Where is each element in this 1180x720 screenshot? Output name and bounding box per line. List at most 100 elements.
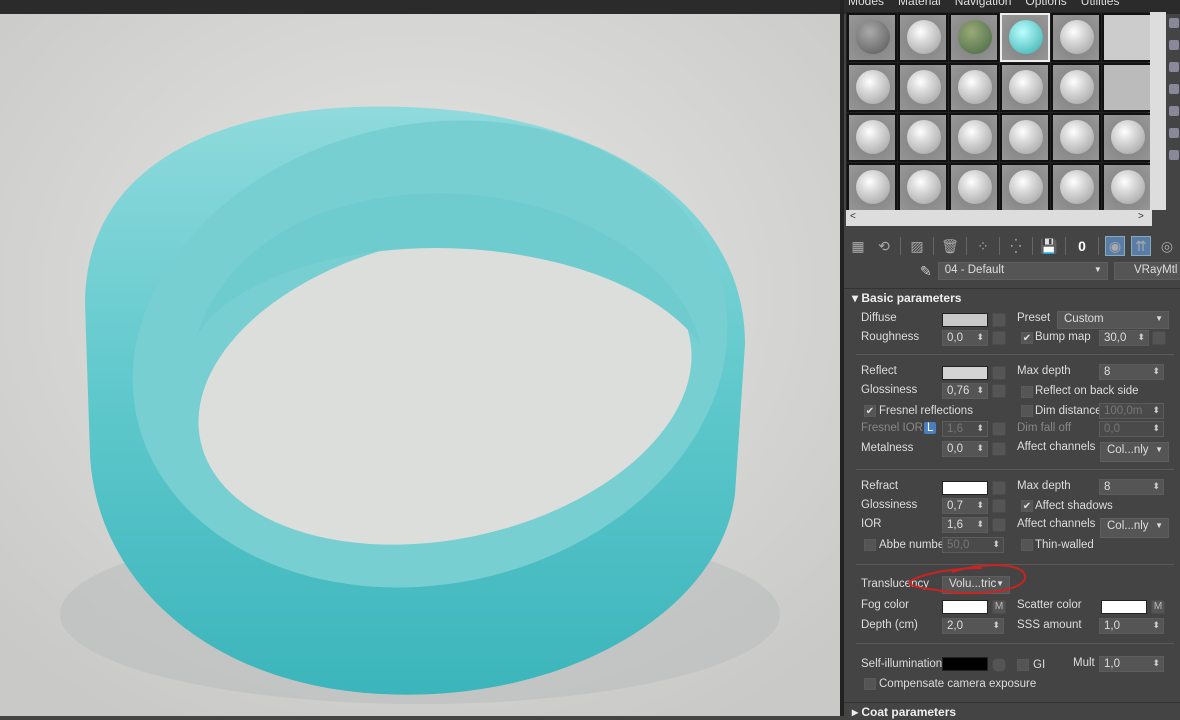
menu-material[interactable]: Material bbox=[898, 0, 941, 8]
material-slot[interactable] bbox=[1051, 163, 1101, 212]
reflect-map-button[interactable] bbox=[992, 366, 1006, 380]
mult-spinner[interactable]: 1,0 bbox=[1099, 656, 1164, 672]
make-unique-icon[interactable]: ⁘ bbox=[973, 236, 993, 256]
abbe-checkbox[interactable] bbox=[864, 539, 876, 551]
fog-color-map-button[interactable]: M bbox=[992, 600, 1006, 614]
fresnel-ior-map-button[interactable] bbox=[992, 422, 1006, 436]
abbe-spinner[interactable]: 50,0 bbox=[942, 537, 1004, 553]
assign-material-icon[interactable]: ▨ bbox=[907, 236, 927, 256]
reflect-back-checkbox[interactable] bbox=[1021, 386, 1033, 398]
menu-navigation[interactable]: Navigation bbox=[955, 0, 1012, 8]
put-to-scene-icon[interactable]: ⟲ bbox=[874, 236, 894, 256]
material-slot[interactable] bbox=[847, 163, 897, 212]
reflect-swatch[interactable] bbox=[942, 366, 988, 380]
material-slot[interactable] bbox=[898, 163, 948, 212]
ior-map-button[interactable] bbox=[992, 518, 1006, 532]
material-slot[interactable] bbox=[949, 113, 999, 162]
refract-glossiness-spinner[interactable]: 0,7 bbox=[942, 498, 988, 514]
render-viewport[interactable] bbox=[0, 14, 840, 716]
compensate-exposure-checkbox[interactable] bbox=[864, 678, 876, 690]
background-icon[interactable] bbox=[1169, 62, 1179, 72]
refract-affect-channels-dropdown[interactable]: Col...nly ▼ bbox=[1100, 518, 1169, 538]
material-type-button[interactable]: VRayMtl bbox=[1113, 262, 1180, 280]
fog-color-swatch[interactable] bbox=[942, 600, 988, 614]
show-in-viewport-icon[interactable]: ◉ bbox=[1105, 236, 1125, 256]
refract-map-button[interactable] bbox=[992, 481, 1006, 495]
roughness-map-button[interactable] bbox=[992, 331, 1006, 345]
material-slot[interactable] bbox=[1102, 13, 1152, 62]
menu-modes[interactable]: Modes bbox=[848, 0, 884, 8]
material-slot[interactable] bbox=[949, 63, 999, 112]
material-slot[interactable] bbox=[1102, 163, 1152, 212]
material-slot[interactable] bbox=[898, 113, 948, 162]
metalness-spinner[interactable]: 0,0 bbox=[942, 441, 988, 457]
material-slot[interactable] bbox=[898, 13, 948, 62]
self-illumination-map-button[interactable] bbox=[992, 658, 1006, 672]
glossiness-spinner[interactable]: 0,76 bbox=[942, 383, 988, 399]
slots-vertical-scrollbar[interactable] bbox=[1150, 12, 1166, 210]
menu-utilities[interactable]: Utilities bbox=[1081, 0, 1120, 8]
bump-map-checkbox[interactable]: ✔ bbox=[1021, 332, 1033, 344]
reflect-affect-channels-dropdown[interactable]: Col...nly ▼ bbox=[1100, 442, 1169, 462]
material-slot[interactable] bbox=[1102, 113, 1152, 162]
scatter-color-swatch[interactable] bbox=[1101, 600, 1147, 614]
material-slot[interactable] bbox=[949, 13, 999, 62]
bump-map-button[interactable] bbox=[1152, 331, 1166, 345]
refract-max-depth-spinner[interactable]: 8 bbox=[1099, 479, 1164, 495]
material-slot[interactable] bbox=[847, 113, 897, 162]
dim-distance-spinner[interactable]: 100,0m bbox=[1099, 403, 1164, 419]
get-material-icon[interactable]: ▦ bbox=[848, 236, 868, 256]
metalness-map-button[interactable] bbox=[992, 442, 1006, 456]
material-slot[interactable] bbox=[1000, 113, 1050, 162]
material-slot[interactable] bbox=[949, 163, 999, 212]
make-preview-icon[interactable] bbox=[1169, 128, 1179, 138]
video-check-icon[interactable] bbox=[1169, 106, 1179, 116]
diffuse-map-button[interactable] bbox=[992, 313, 1006, 327]
delete-icon[interactable]: 🗑 bbox=[940, 236, 960, 256]
material-slot[interactable] bbox=[1102, 63, 1152, 112]
material-slot[interactable] bbox=[1051, 113, 1101, 162]
fresnel-ior-lock-button[interactable]: L bbox=[924, 422, 937, 434]
roughness-spinner[interactable]: 0,0 bbox=[942, 330, 988, 346]
sss-amount-spinner[interactable]: 1,0 bbox=[1099, 618, 1164, 634]
material-slot[interactable] bbox=[1000, 63, 1050, 112]
material-slot[interactable] bbox=[1051, 63, 1101, 112]
scroll-right-icon[interactable]: > bbox=[1138, 211, 1144, 222]
preset-dropdown[interactable]: Custom ▼ bbox=[1057, 311, 1169, 329]
fresnel-checkbox[interactable]: ✔ bbox=[864, 405, 876, 417]
backlight-icon[interactable] bbox=[1169, 40, 1179, 50]
menu-options[interactable]: Options bbox=[1025, 0, 1066, 8]
refract-glossiness-map-button[interactable] bbox=[992, 499, 1006, 513]
dim-falloff-spinner[interactable]: 0,0 bbox=[1099, 421, 1164, 437]
basic-parameters-rollout[interactable]: ▾ Basic parameters bbox=[844, 288, 1180, 306]
refract-swatch[interactable] bbox=[942, 481, 988, 495]
affect-shadows-checkbox[interactable]: ✔ bbox=[1021, 500, 1033, 512]
save-icon[interactable]: 💾 bbox=[1039, 236, 1059, 256]
options-icon[interactable] bbox=[1169, 150, 1179, 160]
thin-walled-checkbox[interactable] bbox=[1021, 539, 1033, 551]
bump-map-spinner[interactable]: 30,0 bbox=[1099, 330, 1149, 346]
dim-distance-checkbox[interactable] bbox=[1021, 405, 1033, 417]
eyedropper-icon[interactable]: ✎ bbox=[920, 263, 932, 280]
material-slot[interactable] bbox=[847, 13, 897, 62]
diffuse-swatch[interactable] bbox=[942, 313, 988, 327]
slots-horizontal-scrollbar[interactable]: < > bbox=[846, 210, 1152, 226]
material-slot-active[interactable] bbox=[1000, 13, 1050, 62]
material-slot[interactable] bbox=[1051, 13, 1101, 62]
put-to-library-icon[interactable]: ⁛ bbox=[1006, 236, 1026, 256]
coat-parameters-rollout[interactable]: ▸ Coat parameters bbox=[844, 702, 1180, 720]
scatter-color-map-button[interactable]: M bbox=[1151, 600, 1165, 614]
ior-spinner[interactable]: 1,6 bbox=[942, 517, 988, 533]
self-illumination-swatch[interactable] bbox=[942, 657, 988, 671]
scroll-left-icon[interactable]: < bbox=[850, 211, 856, 222]
fresnel-ior-spinner[interactable]: 1,6 bbox=[942, 421, 988, 437]
material-slot[interactable] bbox=[1000, 163, 1050, 212]
glossiness-map-button[interactable] bbox=[992, 384, 1006, 398]
depth-spinner[interactable]: 2,0 bbox=[942, 618, 1004, 634]
uv-tiling-icon[interactable] bbox=[1169, 84, 1179, 94]
go-to-parent-icon[interactable]: ◎ bbox=[1157, 236, 1177, 256]
reflect-max-depth-spinner[interactable]: 8 bbox=[1099, 364, 1164, 380]
material-name-dropdown[interactable]: 04 - Default ▼ bbox=[937, 262, 1108, 280]
sample-type-icon[interactable] bbox=[1169, 18, 1179, 28]
material-slot[interactable] bbox=[847, 63, 897, 112]
